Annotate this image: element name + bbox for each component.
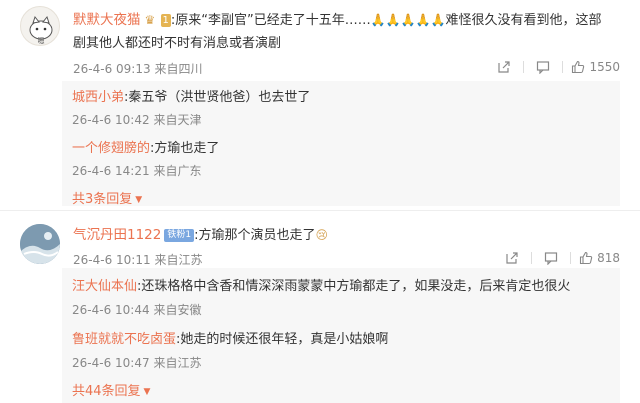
like-button[interactable]: 818 [579,251,620,265]
comment-item: 嗯 默默大夜猫 ♛ 1:原来“李副官”已经走了十五年……🙏🙏🙏🙏🙏难怪很久没有看到他… [0,0,640,210]
level-badge: 1 [160,14,171,27]
more-replies-label: 共44条回复 [72,384,141,399]
crown-icon: ♛ [144,13,156,27]
reply-text: :还珠格格中含香和情深深雨蒙蒙中方瑜都走了，如果没走，后来肯定也很火 [137,279,571,294]
reply-time: 26-4-6 10:42 [72,113,150,127]
share-icon [506,252,518,264]
praying-hands-icon: 🙏🙏🙏🙏🙏 [370,13,446,27]
divider [523,61,525,73]
like-count: 1550 [589,60,620,74]
avatar[interactable] [20,224,60,264]
reply-username-link[interactable]: 汪大仙本仙 [72,279,137,294]
fans-badge: 铁粉1 [164,229,195,242]
comment-text: :原来“李副官”已经走了十五年…… [170,13,371,28]
comment-item: 气沉丹田1122 铁粉1:方瑜那个演员也走了😢 26-4-6 10:11 来自江苏… [0,213,640,403]
reply-meta: 26-4-6 14:21 来自广东 [72,162,201,179]
reply-list: 汪大仙本仙:还珠格格中含香和情深深雨蒙蒙中方瑜都走了，如果没走，后来肯定也很火 … [62,268,620,403]
reply-item: 鲁班就就不吃卤蛋:她走的时候还很年轻，真是小姑娘啊 [72,328,388,347]
reply-source: 来自安徽 [153,303,202,317]
username-link[interactable]: 默默大夜猫 [73,12,141,28]
username-link[interactable]: 气沉丹田1122 [73,227,161,243]
comment-time: 26-4-6 10:11 [73,253,151,267]
caret-down-icon: ▼ [143,386,151,397]
reply-meta: 26-4-6 10:47 来自江苏 [72,354,201,371]
comment-meta: 26-4-6 09:13 来自四川 [73,60,202,77]
comment-divider [0,210,640,211]
more-replies-link[interactable]: 共44条回复 ▼ [72,380,150,399]
like-button[interactable]: 1550 [571,60,620,74]
comment-text: :方瑜那个演员也走了 [194,228,316,243]
reply-meta: 26-4-6 10:42 来自天津 [72,111,201,128]
crying-face-icon: 😢 [315,228,328,242]
caret-down-icon: ▼ [135,194,143,205]
comment-button[interactable] [528,56,558,78]
reply-time: 26-4-6 14:21 [72,164,150,178]
more-replies-label: 共3条回复 [72,192,133,207]
comment-text-line: 气沉丹田1122 铁粉1:方瑜那个演员也走了😢 [73,223,328,248]
reply-username-link[interactable]: 一个修翅膀的 [72,141,150,156]
svg-text:嗯: 嗯 [38,37,45,45]
comment-text-line: 默默大夜猫 ♛ 1:原来“李副官”已经走了十五年……🙏🙏🙏🙏🙏难怪很久没有看到他，这… [73,8,601,33]
comment-icon [537,61,550,74]
comment-actions: 818 [497,247,620,269]
reply-item: 一个修翅膀的:方瑜也走了 [72,137,219,156]
reply-item: 城西小弟:秦五爷（洪世贤他爸）也去世了 [72,86,310,105]
reply-text: :她走的时候还很年轻，真是小姑娘啊 [176,332,389,347]
reply-item: 汪大仙本仙:还珠格格中含香和情深深雨蒙蒙中方瑜都走了，如果没走，后来肯定也很火 [72,275,570,294]
like-count: 818 [597,251,620,265]
comment-source: 来自四川 [154,62,203,76]
thumbs-up-icon [572,60,585,74]
reply-username-link[interactable]: 鲁班就就不吃卤蛋 [72,332,176,347]
thumbs-up-icon [580,251,593,265]
comment-text-line-2: 剧其他人都还时不时有消息或者演剧 [73,36,282,51]
reply-list: 城西小弟:秦五爷（洪世贤他爸）也去世了 26-4-6 10:42 来自天津 一个… [62,81,620,207]
comment-button[interactable] [536,247,566,269]
reply-meta: 26-4-6 10:44 来自安徽 [72,301,201,318]
reply-text: :方瑜也走了 [150,141,220,156]
reply-time: 26-4-6 10:44 [72,303,150,317]
reply-text: :秦五爷（洪世贤他爸）也去世了 [124,90,311,105]
divider [531,252,533,264]
comment-source: 来自江苏 [154,253,203,267]
reply-source: 来自江苏 [153,356,202,370]
reply-source: 来自天津 [153,113,202,127]
comment-time: 26-4-6 09:13 [73,62,151,76]
comment-text-cont: 难怪很久没有看到他，这部 [445,13,602,28]
share-icon [498,61,511,73]
share-button[interactable] [489,56,519,78]
avatar[interactable]: 嗯 [20,6,60,46]
more-replies-link[interactable]: 共3条回复 ▼ [72,188,142,207]
divider [570,252,572,264]
landscape-avatar-icon [20,224,60,264]
reply-time: 26-4-6 10:47 [72,356,150,370]
comment-meta: 26-4-6 10:11 来自江苏 [73,251,202,268]
cat-avatar-icon: 嗯 [29,15,53,45]
share-button[interactable] [497,247,527,269]
reply-username-link[interactable]: 城西小弟 [72,90,124,105]
reply-source: 来自广东 [153,164,202,178]
divider [562,61,564,73]
comment-icon [544,252,558,265]
comment-actions: 1550 [489,56,620,78]
